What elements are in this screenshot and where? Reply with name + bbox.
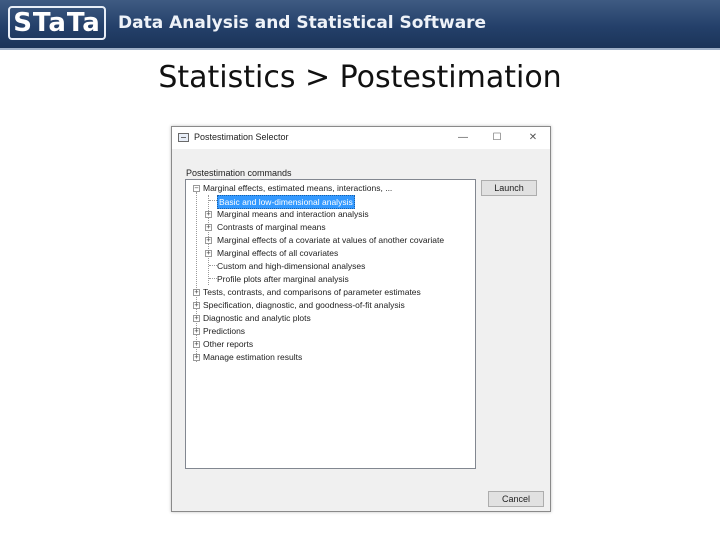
tree-connector — [209, 278, 217, 279]
window-app-icon — [178, 133, 189, 142]
tree-item[interactable]: Other reports — [203, 338, 253, 350]
tree-expander-icon[interactable]: + — [205, 211, 212, 218]
dialog-title: Postestimation Selector — [194, 132, 289, 142]
tree-item[interactable]: Contrasts of marginal means — [217, 221, 326, 233]
tree-item[interactable]: Marginal effects of all covariates — [217, 247, 338, 259]
tree-connector — [196, 192, 197, 362]
tree-item[interactable]: Manage estimation results — [203, 351, 302, 363]
tree-expander-icon[interactable]: + — [193, 328, 200, 335]
tree-item[interactable]: Tests, contrasts, and comparisons of par… — [203, 286, 421, 298]
slide-title: Statistics > Postestimation — [158, 60, 562, 95]
tree-connector — [209, 265, 217, 266]
banner-title: Data Analysis and Statistical Software — [118, 13, 487, 33]
postestimation-commands-label: Postestimation commands — [186, 168, 292, 178]
postestimation-selector-dialog: Postestimation Selector — ☐ ✕ Postestima… — [171, 126, 551, 512]
tree-item[interactable]: Basic and low-dimensional analysis — [217, 195, 355, 209]
dialog-titlebar: Postestimation Selector — ☐ ✕ — [172, 127, 550, 149]
tree-item[interactable]: Marginal effects of a covariate at value… — [217, 234, 444, 246]
stata-logo: STaTa — [8, 6, 106, 40]
tree-item[interactable]: Marginal means and interaction analysis — [217, 208, 369, 220]
tree-expander-icon[interactable]: + — [205, 237, 212, 244]
tree-expander-icon[interactable]: + — [193, 315, 200, 322]
cancel-button[interactable]: Cancel — [488, 491, 544, 507]
tree-expander-icon[interactable]: + — [205, 250, 212, 257]
tree-item[interactable]: Custom and high-dimensional analyses — [217, 260, 365, 272]
header-banner: STaTa Data Analysis and Statistical Soft… — [0, 0, 720, 48]
tree-item[interactable]: Specification, diagnostic, and goodness-… — [203, 299, 405, 311]
tree-expander-icon[interactable]: − — [193, 185, 200, 192]
tree-item[interactable]: Marginal effects, estimated means, inter… — [203, 182, 392, 194]
banner-divider — [0, 48, 720, 50]
launch-button[interactable]: Launch — [481, 180, 537, 196]
tree-expander-icon[interactable]: + — [193, 341, 200, 348]
tree-connector — [209, 200, 217, 201]
tree-expander-icon[interactable]: + — [205, 224, 212, 231]
tree-item[interactable]: Diagnostic and analytic plots — [203, 312, 311, 324]
tree-expander-icon[interactable]: + — [193, 354, 200, 361]
tree-item[interactable]: Predictions — [203, 325, 245, 337]
tree-expander-icon[interactable]: + — [193, 289, 200, 296]
tree-item[interactable]: Profile plots after marginal analysis — [217, 273, 349, 285]
tree-expander-icon[interactable]: + — [193, 302, 200, 309]
postestimation-tree[interactable]: − Marginal effects, estimated means, inte… — [185, 179, 476, 469]
minimize-button[interactable]: — — [452, 129, 474, 146]
maximize-button[interactable]: ☐ — [486, 129, 508, 146]
close-button[interactable]: ✕ — [522, 129, 544, 146]
